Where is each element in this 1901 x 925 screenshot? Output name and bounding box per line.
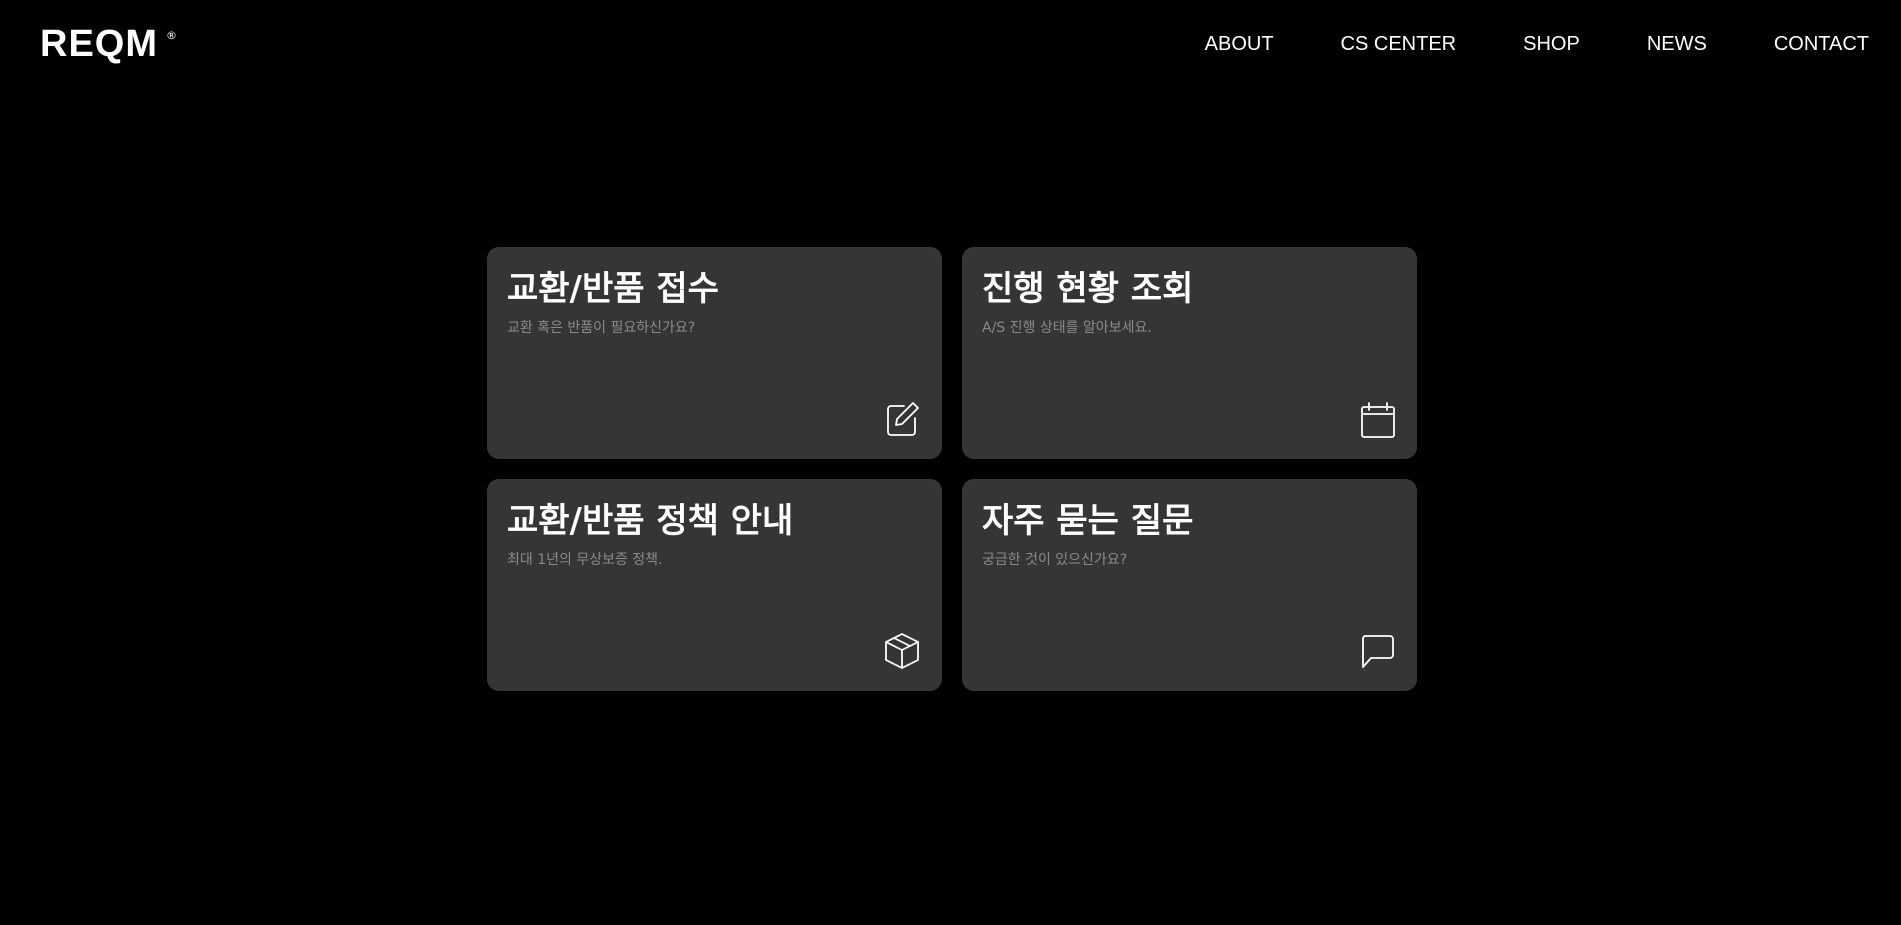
- nav-item-contact[interactable]: CONTACT: [1774, 32, 1869, 56]
- nav-item-about[interactable]: ABOUT: [1205, 32, 1274, 56]
- card-exchange-return-request[interactable]: 교환/반품 접수 교환 혹은 반품이 필요하신가요?: [487, 247, 942, 459]
- card-title: 교환/반품 정책 안내: [507, 501, 794, 541]
- card-title: 교환/반품 접수: [507, 269, 719, 309]
- card-description: A/S 진행 상태를 알아보세요.: [982, 320, 1152, 336]
- edit-icon: [882, 399, 922, 439]
- cs-menu-grid: 교환/반품 접수 교환 혹은 반품이 필요하신가요? 진행 현황 조회 A/S …: [487, 247, 1417, 691]
- nav-item-news[interactable]: NEWS: [1647, 32, 1707, 56]
- card-title: 진행 현황 조회: [982, 269, 1194, 309]
- card-title: 자주 묻는 질문: [982, 501, 1194, 541]
- chat-bubble-icon: [1357, 631, 1397, 671]
- card-description: 교환 혹은 반품이 필요하신가요?: [507, 320, 696, 336]
- box-icon: [882, 631, 922, 671]
- site-header: REQM ® ABOUT CS CENTER SHOP NEWS CONTACT: [0, 0, 1901, 88]
- card-exchange-return-policy[interactable]: 교환/반품 정책 안내 최대 1년의 무상보증 정책.: [487, 479, 942, 691]
- calendar-icon: [1357, 399, 1397, 439]
- nav-item-cs-center[interactable]: CS CENTER: [1341, 32, 1457, 56]
- card-description: 궁금한 것이 있으신가요?: [982, 552, 1128, 568]
- nav-item-shop[interactable]: SHOP: [1523, 32, 1580, 56]
- card-description: 최대 1년의 무상보증 정책.: [507, 552, 663, 568]
- brand-logo[interactable]: REQM: [40, 24, 158, 64]
- card-progress-status[interactable]: 진행 현황 조회 A/S 진행 상태를 알아보세요.: [962, 247, 1417, 459]
- registered-mark: ®: [166, 29, 177, 42]
- card-faq[interactable]: 자주 묻는 질문 궁금한 것이 있으신가요?: [962, 479, 1417, 691]
- main-nav: ABOUT CS CENTER SHOP NEWS CONTACT: [1138, 32, 1869, 56]
